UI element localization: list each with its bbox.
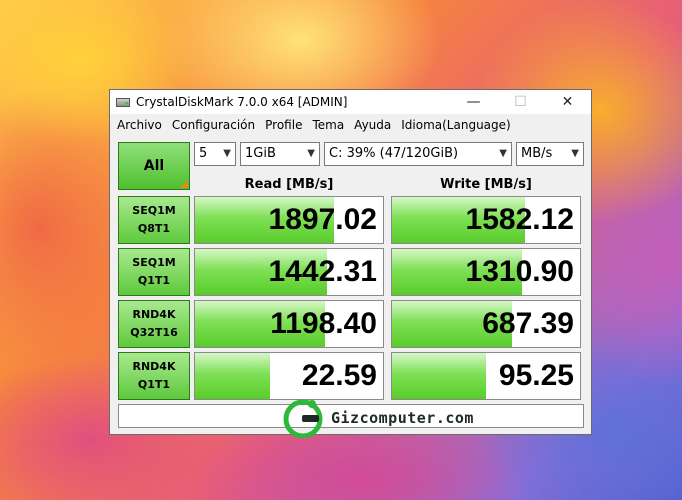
row-label-line2: Q32T16: [130, 326, 178, 339]
read-value: 1198.40: [270, 307, 377, 340]
menu-tema[interactable]: Tema: [307, 114, 349, 136]
read-result: 22.59: [194, 352, 384, 400]
write-value: 1582.12: [465, 203, 574, 236]
menu-bar: Archivo Configuración Profile Tema Ayuda…: [110, 114, 591, 136]
read-value: 1897.02: [268, 203, 377, 236]
rnd4k-q32t16-button[interactable]: RND4K Q32T16: [118, 300, 190, 348]
row-label-line1: RND4K: [132, 360, 176, 373]
menu-ayuda[interactable]: Ayuda: [349, 114, 396, 136]
read-value: 22.59: [301, 359, 377, 392]
menu-configuracion[interactable]: Configuración: [167, 114, 260, 136]
seq1m-q8t1-button[interactable]: SEQ1M Q8T1: [118, 196, 190, 244]
count-select[interactable]: 5 ▼: [194, 142, 236, 166]
read-result: 1198.40: [194, 300, 384, 348]
rnd4k-q1t1-button[interactable]: RND4K Q1T1: [118, 352, 190, 400]
menu-archivo[interactable]: Archivo: [112, 114, 167, 136]
read-header: Read [MB/s]: [244, 177, 334, 192]
chevron-down-icon: ▼: [307, 148, 315, 159]
watermark: Gizcomputer.com: [283, 395, 474, 441]
read-result: 1442.31: [194, 248, 384, 296]
write-header: Write [MB/s]: [440, 177, 532, 192]
row-label-line1: SEQ1M: [132, 204, 176, 217]
menu-idioma[interactable]: Idioma(Language): [396, 114, 515, 136]
title-bar: CrystalDiskMark 7.0.0 x64 [ADMIN] — ☐ ✕: [110, 90, 591, 114]
seq1m-q1t1-button[interactable]: SEQ1M Q1T1: [118, 248, 190, 296]
write-result: 687.39: [391, 300, 581, 348]
unit-select[interactable]: MB/s ▼: [516, 142, 584, 166]
minimize-button[interactable]: —: [450, 90, 497, 114]
row-label-line2: Q1T1: [137, 378, 171, 391]
read-value: 1442.31: [268, 255, 377, 288]
drive-select[interactable]: C: 39% (47/120GiB) ▼: [324, 142, 512, 166]
gizcomputer-logo-icon: [283, 398, 323, 439]
chevron-down-icon: ▼: [223, 148, 231, 159]
write-result: 95.25: [391, 352, 581, 400]
row-label-line2: Q1T1: [137, 274, 171, 287]
row-label-line1: SEQ1M: [132, 256, 176, 269]
corner-marker-icon: [180, 180, 188, 188]
row-label-line1: RND4K: [132, 308, 176, 321]
watermark-text: Gizcomputer.com: [331, 409, 474, 427]
all-button-label: All: [143, 158, 165, 174]
write-value: 687.39: [482, 307, 574, 340]
toolbar: All 5 ▼ 1GiB ▼ C: 39% (47/120GiB) ▼ MB/s…: [118, 142, 584, 190]
chevron-down-icon: ▼: [499, 148, 507, 159]
disk-app-icon: [116, 96, 130, 108]
write-result: 1582.12: [391, 196, 581, 244]
chevron-down-icon: ▼: [571, 148, 579, 159]
write-result: 1310.90: [391, 248, 581, 296]
all-button[interactable]: All: [118, 142, 190, 190]
count-select-value: 5: [199, 146, 208, 161]
menu-profile[interactable]: Profile: [260, 114, 307, 136]
unit-select-value: MB/s: [521, 146, 553, 161]
row-label-line2: Q8T1: [137, 222, 171, 235]
read-bar: [195, 353, 271, 399]
write-value: 1310.90: [465, 255, 574, 288]
window-title: CrystalDiskMark 7.0.0 x64 [ADMIN]: [136, 95, 348, 109]
write-bar: [392, 353, 486, 399]
write-value: 95.25: [498, 359, 574, 392]
size-select-value: 1GiB: [245, 146, 276, 161]
close-button[interactable]: ✕: [544, 90, 591, 114]
maximize-button[interactable]: ☐: [497, 90, 544, 114]
crystaldiskmark-window: CrystalDiskMark 7.0.0 x64 [ADMIN] — ☐ ✕ …: [109, 89, 592, 435]
size-select[interactable]: 1GiB ▼: [240, 142, 320, 166]
read-result: 1897.02: [194, 196, 384, 244]
drive-select-value: C: 39% (47/120GiB): [329, 146, 459, 161]
